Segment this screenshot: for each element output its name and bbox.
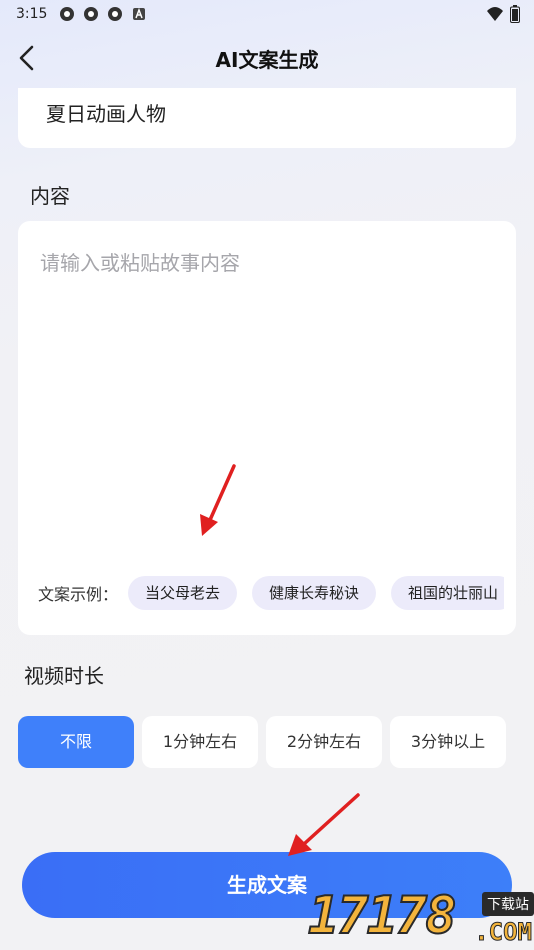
annotation-arrow-icon — [288, 793, 360, 856]
app-notification-icon — [84, 7, 99, 21]
a-letter-icon — [133, 7, 146, 20]
content-textarea-card[interactable]: 请输入或粘贴故事内容 文案示例： 当父母老去 健康长寿秘诀 祖国的壮丽山 — [18, 221, 516, 635]
duration-option-2min[interactable]: 2分钟左右 — [266, 716, 382, 768]
example-chip[interactable]: 祖国的壮丽山 — [391, 576, 504, 610]
wifi-icon — [487, 7, 503, 21]
title-input-value[interactable]: 夏日动画人物 — [46, 98, 166, 127]
examples-label: 文案示例： — [38, 585, 119, 604]
battery-icon — [510, 5, 520, 23]
example-chip[interactable]: 当父母老去 — [128, 576, 238, 610]
watermark-badge: 下载站 — [482, 892, 534, 916]
annotation-arrow-icon — [200, 464, 236, 536]
watermark-digits: 17178 — [307, 885, 458, 947]
nav-bar: AI文案生成 — [0, 30, 534, 86]
examples-row: 文案示例： 当父母老去 健康长寿秘诀 祖国的壮丽山 — [38, 576, 504, 610]
site-watermark: 17178 下载站 .COM — [307, 878, 534, 950]
duration-section-label: 视频时长 — [24, 664, 104, 688]
example-chip[interactable]: 健康长寿秘诀 — [252, 576, 377, 610]
status-right-icons — [486, 5, 520, 23]
content-section-label: 内容 — [30, 184, 70, 208]
duration-option-3min[interactable]: 3分钟以上 — [390, 716, 506, 768]
duration-option-1min[interactable]: 1分钟左右 — [142, 716, 258, 768]
content-textarea-placeholder[interactable]: 请输入或粘贴故事内容 — [40, 247, 240, 276]
duration-options: 不限 1分钟左右 2分钟左右 3分钟以上 — [18, 716, 506, 768]
title-input-card[interactable]: 夏日动画人物 — [18, 88, 516, 148]
app-notification-icon — [60, 7, 75, 21]
app-notification-icon — [108, 7, 123, 21]
page-title: AI文案生成 — [215, 48, 319, 72]
watermark-domain: .COM — [474, 918, 533, 947]
duration-option-unlimited[interactable]: 不限 — [18, 716, 134, 768]
status-bar: 3:15 — [0, 0, 534, 28]
status-time: 3:15 — [16, 6, 48, 22]
